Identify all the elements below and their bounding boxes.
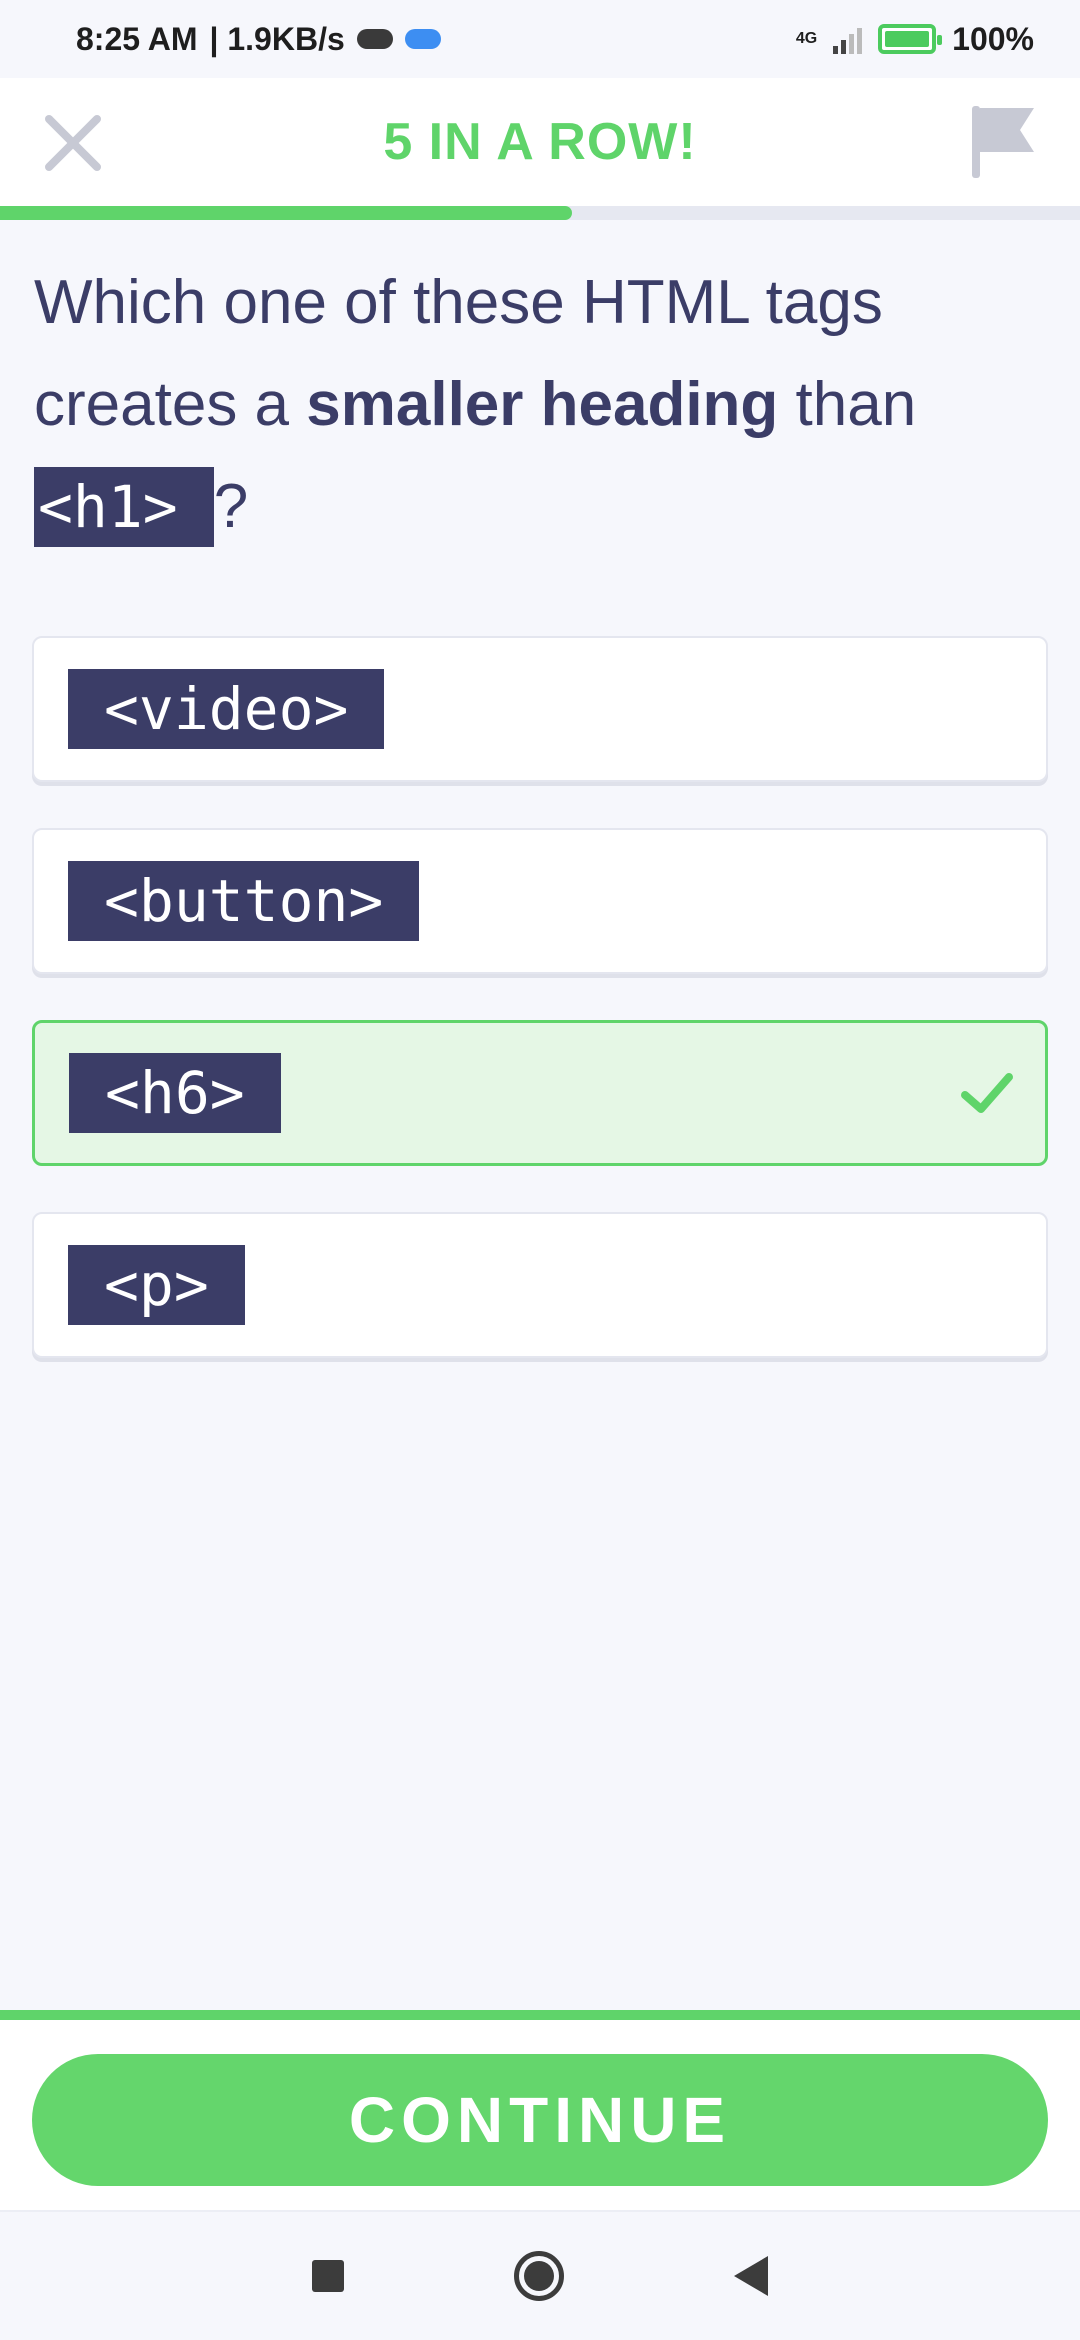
home-icon[interactable] xyxy=(514,2251,564,2301)
option-label: <video> xyxy=(68,669,385,749)
cloud-sync-icon xyxy=(404,29,441,49)
question-bold: smaller heading xyxy=(306,370,779,439)
status-left: 8:25 AM | 1.9KB/s xyxy=(76,21,441,58)
answer-option-button[interactable]: <button> xyxy=(32,828,1048,974)
network-type: 4G xyxy=(795,30,818,47)
answer-option-p[interactable]: <p> xyxy=(32,1212,1048,1358)
lesson-progress-fill xyxy=(0,206,573,220)
status-speed: | 1.9KB/s xyxy=(209,20,345,57)
option-label: <button> xyxy=(68,861,420,941)
battery-percent: 100% xyxy=(952,20,1034,57)
android-nav-bar xyxy=(0,2210,1080,2340)
signal-icon xyxy=(833,24,863,54)
question-code: <h1> xyxy=(34,467,214,547)
flag-icon xyxy=(972,106,1034,178)
recents-icon[interactable] xyxy=(312,2260,344,2292)
lesson-progress-bar xyxy=(0,206,1080,220)
battery-icon xyxy=(878,24,943,54)
status-right: 4G 100% xyxy=(796,21,1034,58)
cloud-icon xyxy=(356,29,393,49)
back-icon[interactable] xyxy=(734,2256,768,2296)
lesson-header: 5 IN A ROW! xyxy=(0,78,1080,206)
question-end: ? xyxy=(213,472,249,541)
question-part2: than xyxy=(778,370,917,439)
answer-option-h6[interactable]: <h6> xyxy=(32,1020,1048,1166)
close-icon xyxy=(45,115,101,171)
checkmark-icon xyxy=(961,1073,1013,1113)
answer-option-video[interactable]: <video> xyxy=(32,636,1048,782)
answer-options: <video> <button> <h6> <p> xyxy=(32,636,1048,1404)
report-flag-button[interactable] xyxy=(968,104,1040,180)
option-label: <p> xyxy=(68,1245,245,1325)
streak-title: 5 IN A ROW! xyxy=(383,113,697,171)
status-bar: 8:25 AM | 1.9KB/s 4G 100% xyxy=(0,0,1080,78)
bottom-action-bar: CONTINUE xyxy=(0,2010,1080,2210)
status-time: 8:25 AM xyxy=(76,20,198,57)
continue-button[interactable]: CONTINUE xyxy=(32,2054,1048,2186)
question-text: Which one of these HTML tags creates a s… xyxy=(34,252,1044,558)
option-label: <h6> xyxy=(69,1053,281,1133)
close-button[interactable] xyxy=(38,108,108,178)
